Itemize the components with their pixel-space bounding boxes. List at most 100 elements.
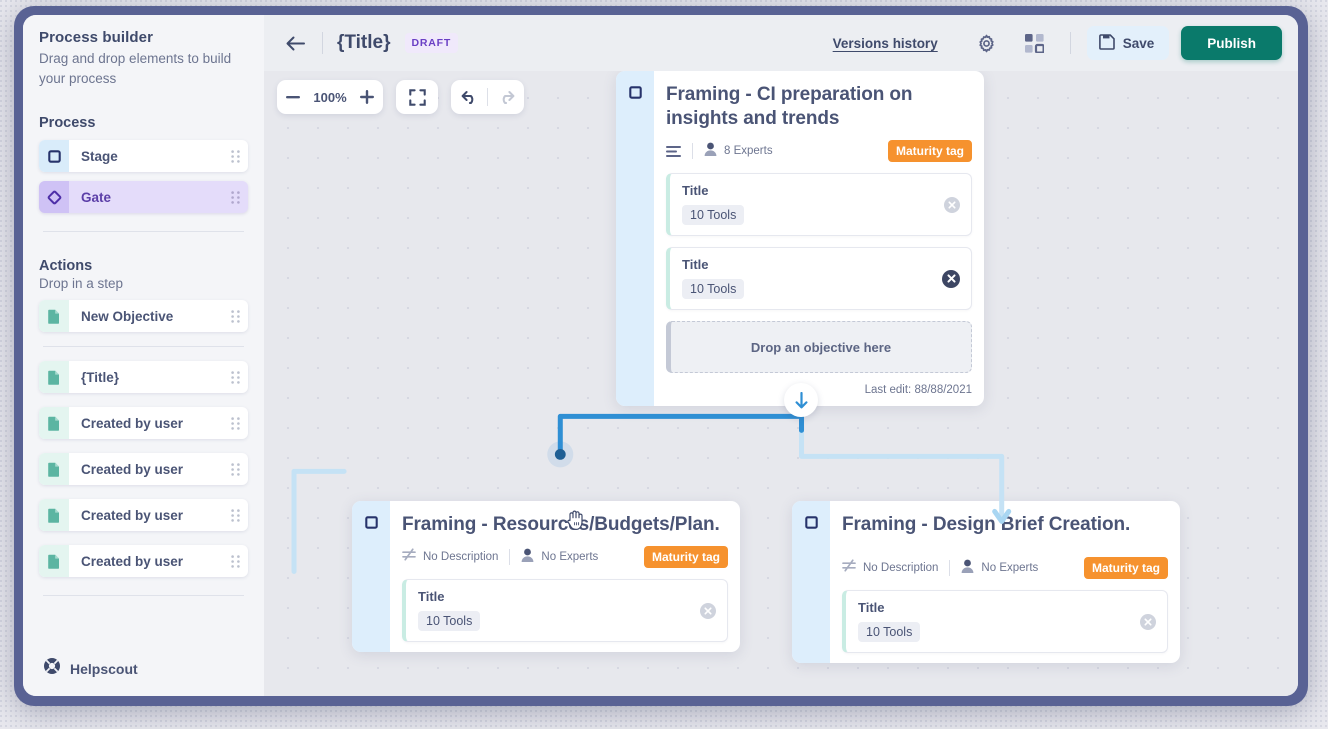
objective-row[interactable]: Title 10 Tools xyxy=(666,247,972,310)
zoom-in-button[interactable] xyxy=(351,80,383,114)
divider xyxy=(692,143,693,159)
publish-button[interactable]: Publish xyxy=(1181,26,1282,60)
floppy-icon xyxy=(1098,33,1115,53)
list-item-label: Created by user xyxy=(81,553,184,569)
sidebar-item-stage-label: Stage xyxy=(81,148,118,164)
objective-row[interactable]: Title 10 Tools xyxy=(402,579,728,642)
list-item-label: {Title} xyxy=(81,369,120,385)
stage-accent-strip xyxy=(616,71,654,406)
divider xyxy=(322,32,323,54)
experts-label: 8 Experts xyxy=(724,145,773,157)
experts-meta[interactable]: 8 Experts xyxy=(704,142,773,161)
objective-dropzone-label: Drop an objective here xyxy=(750,339,892,355)
drag-handle[interactable] xyxy=(222,149,248,163)
close-icon[interactable] xyxy=(1140,613,1156,630)
fullscreen-icon[interactable] xyxy=(396,80,438,114)
drag-handle[interactable] xyxy=(222,554,248,568)
stage-card[interactable]: Framing - Resources/Budgets/Plan. No Des… xyxy=(352,501,740,652)
square-icon xyxy=(628,86,642,406)
sidebar-item-new-objective[interactable]: New Objective xyxy=(39,300,248,332)
list-item-label: Created by user xyxy=(81,461,184,477)
status-badge[interactable]: Maturity tag xyxy=(887,140,972,162)
header-actions: Versions history Save Publish xyxy=(833,26,1282,60)
lifebuoy-icon xyxy=(43,657,61,680)
stage-accent-strip xyxy=(792,501,830,663)
app-window-frame: Process builder Drag and drop elements t… xyxy=(14,6,1308,706)
stage-body: Framing - CI preparation on insights and… xyxy=(654,71,984,406)
app-window: Process builder Drag and drop elements t… xyxy=(23,15,1298,696)
stage-meta: No Description No Experts Maturity tag xyxy=(402,546,728,568)
gear-icon[interactable] xyxy=(970,26,1004,60)
drag-handle[interactable] xyxy=(222,462,248,476)
drag-handle[interactable] xyxy=(222,190,248,204)
sidebar-title: Process builder xyxy=(39,29,154,46)
objective-tools-chip: 10 Tools xyxy=(682,205,745,225)
process-canvas[interactable]: 100% Framing - CI preparation on insight… xyxy=(264,71,1298,696)
square-icon xyxy=(364,516,378,652)
experts-label: No Experts xyxy=(541,551,599,563)
experts-meta[interactable]: No Experts xyxy=(961,559,1038,578)
list-item[interactable]: Created by user xyxy=(39,545,248,577)
helpscout-button[interactable]: Helpscout xyxy=(39,644,248,696)
sidebar-item-stage[interactable]: Stage xyxy=(39,140,248,172)
list-item[interactable]: Created by user xyxy=(39,453,248,485)
experts-meta[interactable]: No Experts xyxy=(521,548,598,567)
stage-accent-strip xyxy=(352,501,390,652)
sidebar-divider xyxy=(43,595,244,596)
zoom-level-label: 100% xyxy=(313,89,347,105)
status-badge[interactable]: Maturity tag xyxy=(643,546,728,568)
sidebar-item-new-objective-label: New Objective xyxy=(81,308,174,324)
stage-title: Framing - Design Brief Creation. xyxy=(842,514,1131,535)
stage-card[interactable]: Framing - Design Brief Creation. No Desc… xyxy=(792,501,1180,663)
save-button[interactable]: Save xyxy=(1086,26,1170,60)
close-icon[interactable] xyxy=(942,269,960,288)
close-icon[interactable] xyxy=(944,196,960,213)
list-item[interactable]: Created by user xyxy=(39,499,248,531)
add-next-step-button[interactable] xyxy=(784,383,818,417)
list-item-label: Created by user xyxy=(81,507,184,523)
redo-icon[interactable] xyxy=(488,80,524,114)
divider xyxy=(509,549,511,565)
sidebar-item-gate[interactable]: Gate xyxy=(39,181,248,213)
main-area: {Title} DRAFT Versions history Save Publ… xyxy=(264,15,1298,696)
no-description-icon xyxy=(402,548,416,566)
back-button[interactable] xyxy=(282,30,308,56)
history-group xyxy=(451,80,524,114)
drag-handle[interactable] xyxy=(222,508,248,522)
document-icon xyxy=(39,361,69,393)
drag-handle[interactable] xyxy=(222,309,248,323)
list-item[interactable]: {Title} xyxy=(39,361,248,393)
no-description-meta[interactable]: No Description xyxy=(842,559,938,577)
undo-icon[interactable] xyxy=(451,80,487,114)
stage-card[interactable]: Framing - CI preparation on insights and… xyxy=(616,71,984,406)
no-description-meta[interactable]: No Description xyxy=(402,548,498,566)
objective-tools-chip: 10 Tools xyxy=(858,622,921,642)
app-header: {Title} DRAFT Versions history Save Publ… xyxy=(264,15,1298,71)
stage-meta: No Description No Experts Maturity tag xyxy=(842,557,1168,579)
objective-title: Title xyxy=(682,257,709,272)
close-icon[interactable] xyxy=(700,602,716,619)
description-lines-icon[interactable] xyxy=(666,145,681,157)
drag-handle[interactable] xyxy=(222,416,248,430)
objective-dropzone[interactable]: Drop an objective here xyxy=(666,321,972,373)
status-badge[interactable]: Maturity tag xyxy=(1083,557,1168,579)
square-icon xyxy=(804,516,818,663)
drag-handle[interactable] xyxy=(222,370,248,384)
objective-row[interactable]: Title 10 Tools xyxy=(666,173,972,236)
document-icon xyxy=(39,453,69,485)
grid-icon[interactable] xyxy=(1018,26,1052,60)
list-item[interactable]: Created by user xyxy=(39,407,248,439)
document-icon xyxy=(39,545,69,577)
sidebar-divider xyxy=(43,346,244,347)
versions-history-link[interactable]: Versions history xyxy=(833,36,938,51)
status-badge: DRAFT xyxy=(404,33,459,53)
last-edit-label: Last edit: 88/88/2021 xyxy=(864,384,972,396)
document-icon xyxy=(39,407,69,439)
stage-title: Framing - CI preparation on insights and… xyxy=(666,84,913,129)
zoom-out-button[interactable] xyxy=(277,80,309,114)
page-title: {Title} xyxy=(337,32,391,53)
stage-body: Framing - Resources/Budgets/Plan. No Des… xyxy=(390,501,740,652)
stage-body: Framing - Design Brief Creation. No Desc… xyxy=(830,501,1180,663)
objective-tools-chip: 10 Tools xyxy=(418,611,481,631)
objective-row[interactable]: Title 10 Tools xyxy=(842,590,1168,653)
